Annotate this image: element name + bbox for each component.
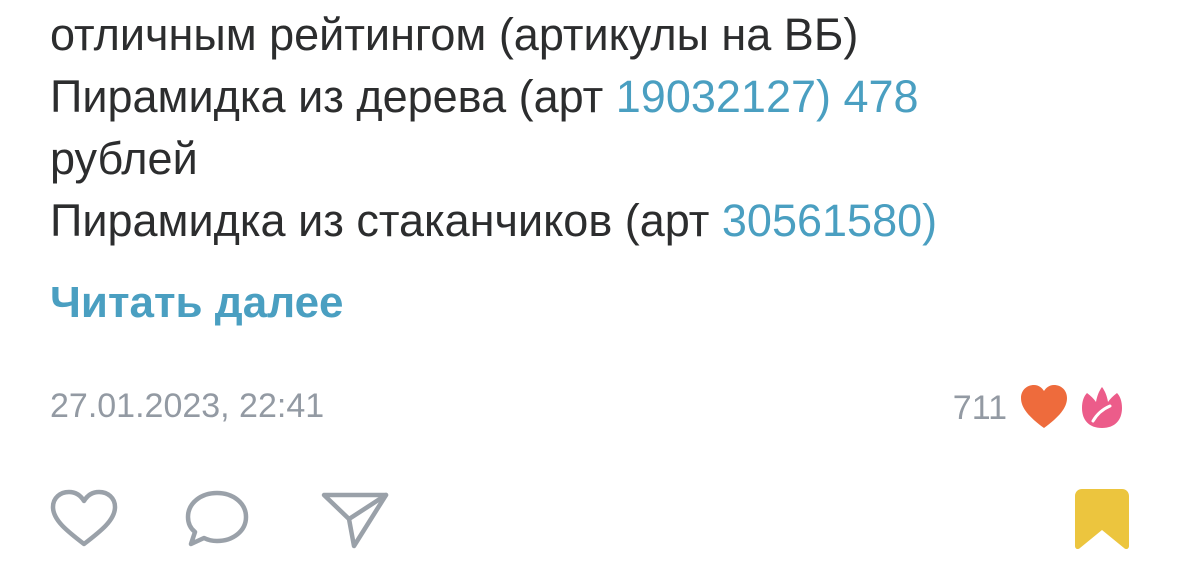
bookmark-button[interactable] bbox=[1066, 484, 1138, 554]
comment-button[interactable] bbox=[181, 484, 253, 554]
article-link[interactable]: 30561580) bbox=[722, 195, 937, 246]
tulip-icon bbox=[1077, 384, 1127, 432]
post-text-segment: отличным рейтингом (артикулы на ВБ) bbox=[50, 9, 859, 60]
heart-outline-icon bbox=[49, 488, 119, 550]
article-link[interactable]: 19032127) 478 bbox=[616, 71, 919, 122]
post-timestamp: 27.01.2023, 22:41 bbox=[50, 387, 325, 425]
post-text-segment: рублей bbox=[50, 133, 198, 184]
like-button[interactable] bbox=[48, 484, 120, 554]
post-action-bar bbox=[0, 484, 1179, 554]
share-button[interactable] bbox=[319, 484, 391, 554]
post-text-line: Пирамидка из дерева (арт 19032127) 478 bbox=[50, 66, 1150, 128]
bookmark-icon bbox=[1074, 488, 1130, 550]
post-text-line: Пирамидка из стаканчиков (арт 30561580) bbox=[50, 190, 1150, 252]
post-text-line: отличным рейтингом (артикулы на ВБ) bbox=[50, 4, 1150, 66]
comment-bubble-icon bbox=[182, 488, 252, 550]
post-text-line: рублей bbox=[50, 128, 1150, 190]
read-more-link[interactable]: Читать далее bbox=[50, 274, 344, 332]
reactions-summary[interactable]: 711 bbox=[953, 384, 1127, 432]
reactions-count: 711 bbox=[952, 389, 1007, 427]
post-text: отличным рейтингом (артикулы на ВБ) Пира… bbox=[50, 4, 1150, 252]
heart-icon bbox=[1019, 384, 1069, 432]
post-text-segment: Пирамидка из стаканчиков (арт bbox=[50, 195, 722, 246]
share-arrow-icon bbox=[320, 488, 390, 550]
post-text-segment: Пирамидка из дерева (арт bbox=[50, 71, 616, 122]
